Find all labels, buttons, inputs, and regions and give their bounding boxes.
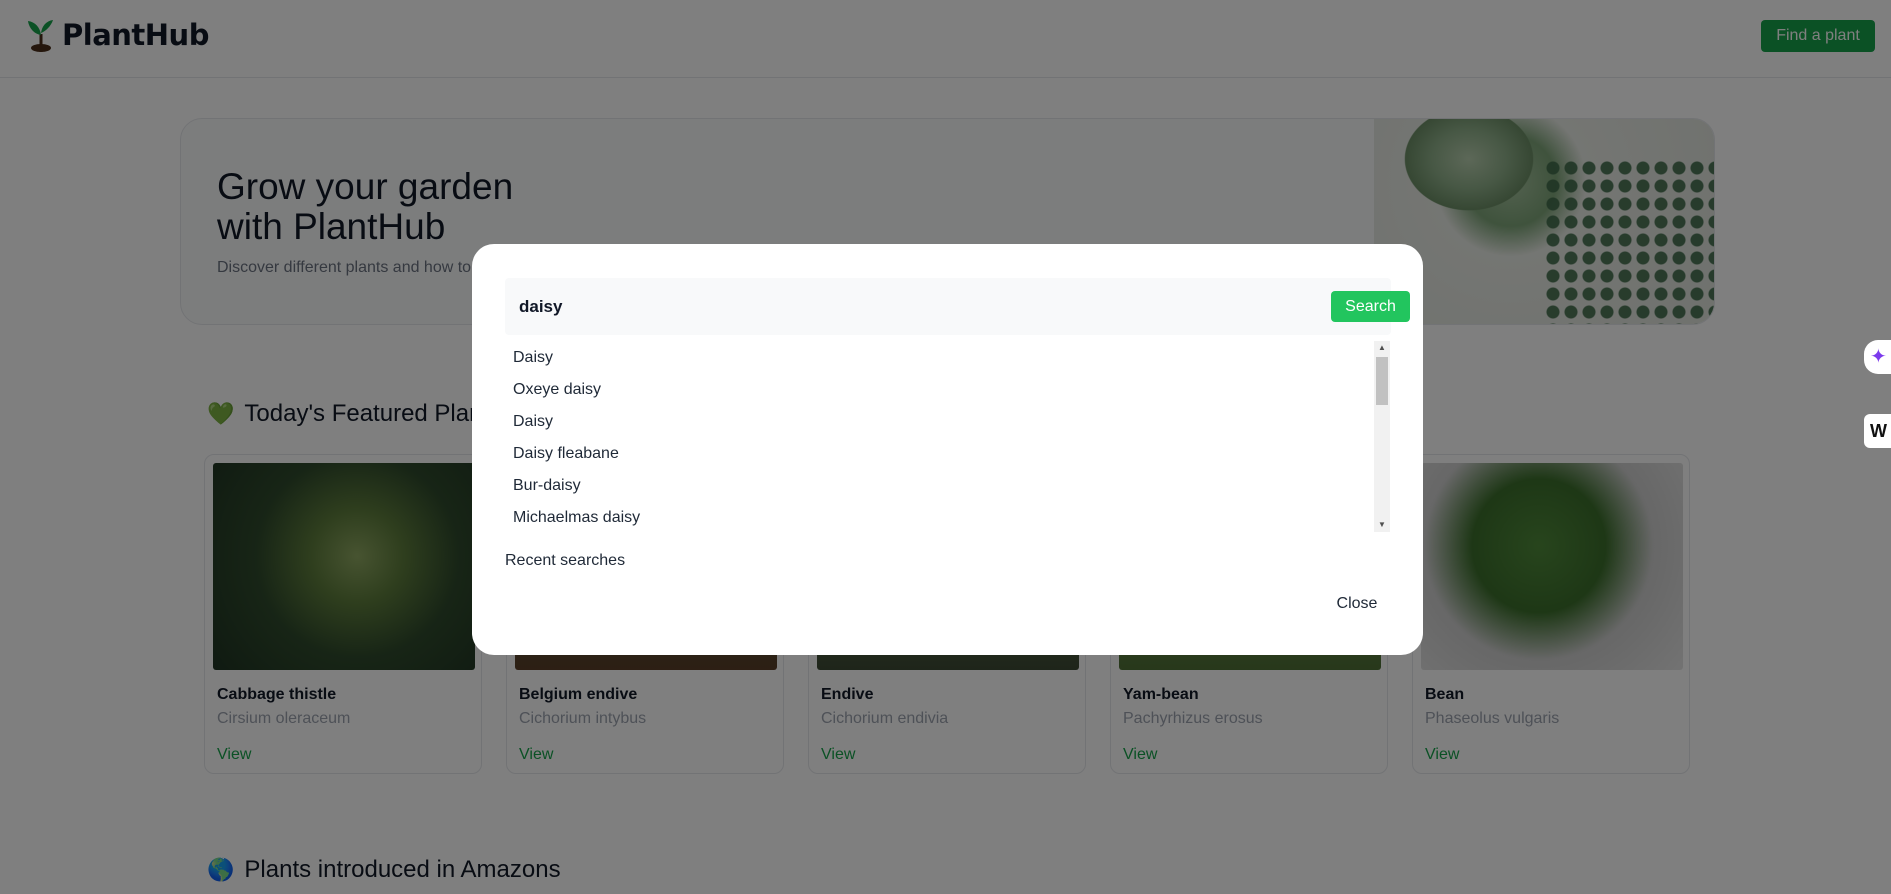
- list-item[interactable]: Bur-daisy: [505, 470, 1391, 502]
- side-widget-button[interactable]: W: [1864, 414, 1891, 448]
- list-item[interactable]: Daisy: [505, 342, 1391, 374]
- search-button[interactable]: Search: [1331, 291, 1410, 322]
- scroll-down-arrow-icon[interactable]: ▼: [1374, 518, 1390, 532]
- list-item[interactable]: Daisy fleabane: [505, 438, 1391, 470]
- search-bar: Search: [505, 278, 1410, 335]
- close-button[interactable]: Close: [1327, 590, 1387, 618]
- list-item[interactable]: Oxeye daisy: [505, 374, 1391, 406]
- search-results-list[interactable]: Daisy Oxeye daisy Daisy Daisy fleabane B…: [505, 342, 1391, 533]
- search-input[interactable]: [505, 278, 1265, 335]
- sparkle-icon[interactable]: ✦: [1864, 340, 1891, 374]
- scroll-up-arrow-icon[interactable]: ▲: [1374, 341, 1390, 355]
- search-modal: Search Daisy Oxeye daisy Daisy Daisy fle…: [472, 244, 1423, 655]
- recent-searches-label: Recent searches: [505, 552, 626, 569]
- scrollbar-thumb[interactable]: [1376, 357, 1388, 405]
- list-item[interactable]: Michaelmas daisy: [505, 502, 1391, 533]
- list-item[interactable]: Daisy: [505, 406, 1391, 438]
- results-scrollbar[interactable]: ▲ ▼: [1374, 341, 1390, 532]
